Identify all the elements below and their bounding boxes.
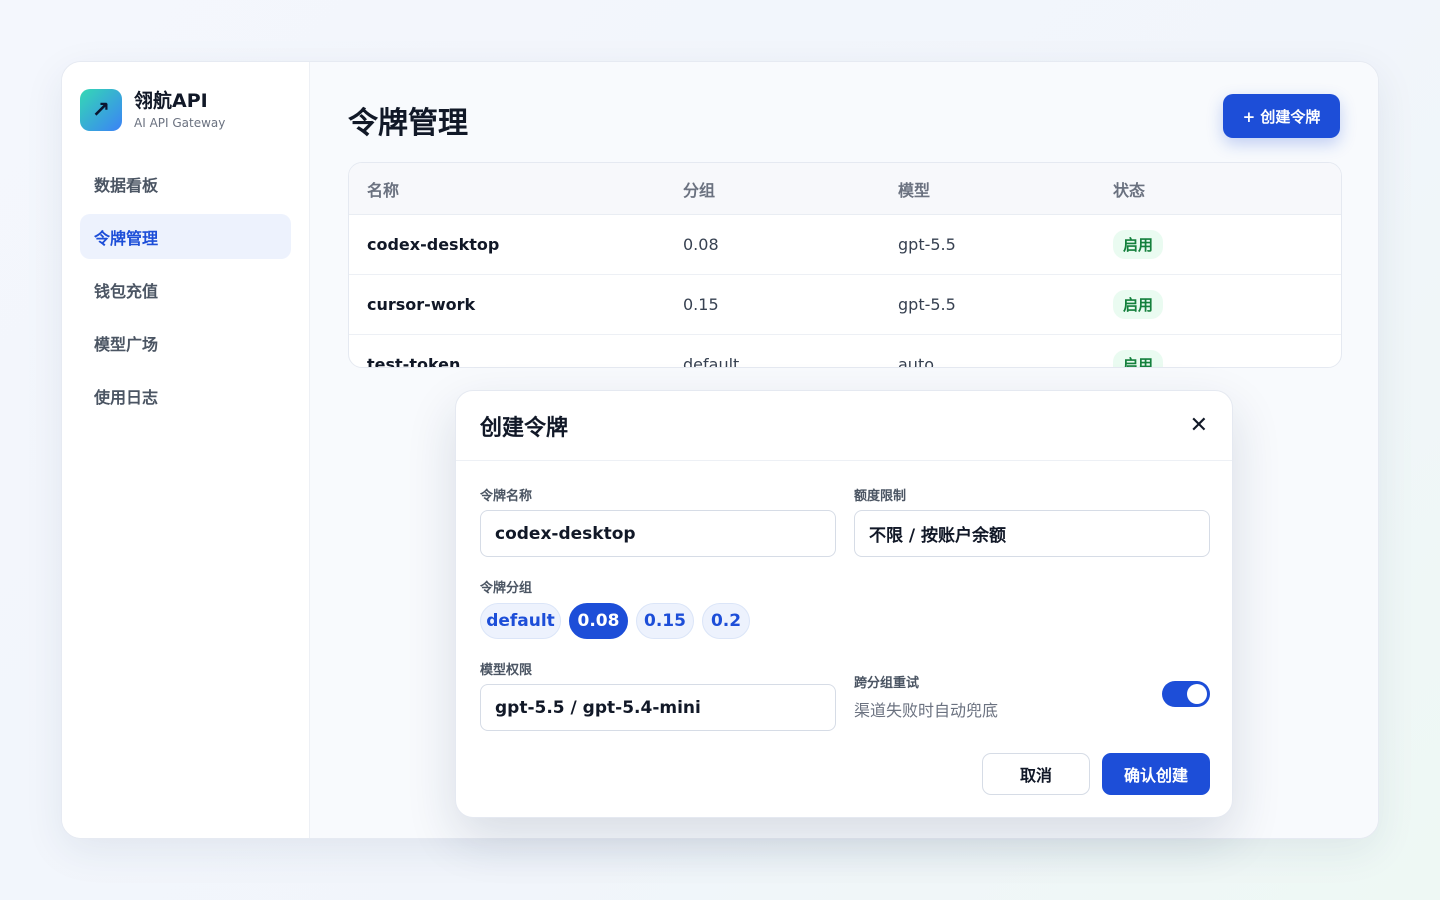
model-permission-label: 模型权限: [480, 663, 533, 678]
status-cell: 启用: [1113, 230, 1341, 259]
table-row[interactable]: codex-desktop 0.08 gpt-5.5 启用: [349, 215, 1341, 275]
arrow-up-right-icon: ↗: [80, 89, 122, 131]
brand-name: 翎航API: [134, 89, 208, 112]
page-title: 令牌管理: [348, 106, 468, 141]
card-edge-divider: [602, 838, 1379, 839]
quota-limit-input[interactable]: 不限 / 按账户余额: [854, 510, 1210, 557]
token-name-input[interactable]: codex-desktop: [480, 510, 836, 557]
token-group-label: 令牌分组: [480, 581, 533, 596]
status-badge: 启用: [1113, 290, 1164, 319]
group-chip-default[interactable]: default: [480, 603, 561, 639]
column-header-group[interactable]: 分组: [683, 177, 898, 201]
table-header: 名称 分组 模型 状态: [349, 163, 1341, 215]
cancel-button[interactable]: 取消: [982, 753, 1090, 795]
cross-group-retry-toggle[interactable]: [1162, 681, 1210, 707]
modal-header: 创建令牌 ✕: [456, 391, 1232, 461]
token-group-cell: 0.08: [683, 235, 719, 254]
model-permission-input[interactable]: gpt-5.5 / gpt-5.4-mini: [480, 684, 836, 731]
brand: ↗ 翎航API AI API Gateway: [80, 89, 291, 131]
create-token-button[interactable]: + 创建令牌: [1223, 94, 1340, 138]
sidebar-item-logs[interactable]: 使用日志: [80, 373, 291, 418]
quota-limit-label: 额度限制: [854, 489, 907, 504]
token-name-label: 令牌名称: [480, 489, 533, 504]
modal-title: 创建令牌: [480, 415, 569, 441]
table-row[interactable]: test-token default auto 启用: [349, 335, 1341, 368]
cross-group-retry-label: 跨分组重试: [854, 676, 920, 691]
sidebar-item-dashboard[interactable]: 数据看板: [80, 161, 291, 206]
token-group-cell: 0.15: [683, 295, 719, 314]
status-cell: 启用: [1113, 350, 1341, 367]
group-chip-0.2[interactable]: 0.2: [702, 603, 750, 639]
close-icon[interactable]: ✕: [1190, 413, 1208, 438]
brand-subtitle: AI API Gateway: [134, 116, 226, 131]
group-chip-0.15[interactable]: 0.15: [636, 603, 694, 639]
create-token-modal: 创建令牌 ✕ 令牌名称 codex-desktop 额度限制 不限 / 按账户余…: [455, 390, 1233, 818]
token-name-cell: codex-desktop: [367, 235, 500, 254]
token-table: 名称 分组 模型 状态 codex-desktop 0.08 gpt-5.5 启…: [348, 162, 1342, 368]
token-model-cell: gpt-5.5: [898, 295, 956, 314]
status-cell: 启用: [1113, 290, 1341, 319]
token-model-cell: auto: [898, 355, 935, 368]
sidebar-item-wallet[interactable]: 钱包充值: [80, 267, 291, 312]
token-model-cell: gpt-5.5: [898, 235, 956, 254]
sidebar-item-tokens[interactable]: 令牌管理: [80, 214, 291, 259]
cross-group-retry-hint: 渠道失败时自动兜底: [854, 701, 999, 720]
column-header-status[interactable]: 状态: [1113, 177, 1341, 201]
toggle-knob: [1187, 684, 1207, 704]
group-chip-0.08[interactable]: 0.08: [569, 603, 628, 639]
status-badge: 启用: [1113, 350, 1164, 367]
token-name-cell: cursor-work: [367, 295, 476, 314]
token-group-cell: default: [683, 355, 740, 368]
table-row[interactable]: cursor-work 0.15 gpt-5.5 启用: [349, 275, 1341, 335]
token-name-cell: test-token: [367, 355, 461, 368]
confirm-create-button[interactable]: 确认创建: [1102, 753, 1210, 795]
column-header-name[interactable]: 名称: [349, 177, 683, 201]
status-badge: 启用: [1113, 230, 1164, 259]
column-header-model[interactable]: 模型: [898, 177, 1113, 201]
sidebar: ↗ 翎航API AI API Gateway 数据看板 令牌管理 钱包充值 模型…: [62, 62, 310, 838]
sidebar-item-models[interactable]: 模型广场: [80, 320, 291, 365]
